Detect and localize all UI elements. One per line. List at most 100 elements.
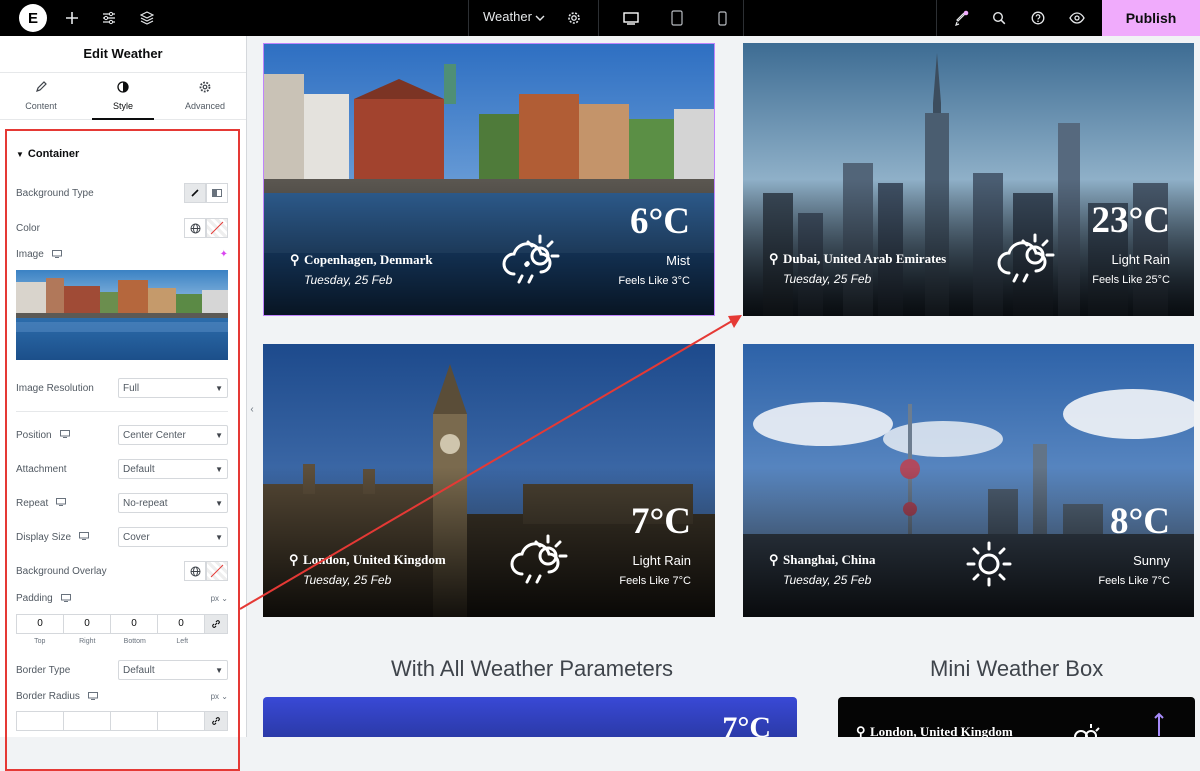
globe-icon[interactable] bbox=[184, 218, 206, 238]
weather-card-all-params[interactable]: 7°C bbox=[263, 697, 797, 737]
position-select[interactable]: Center Center ▼ bbox=[118, 425, 228, 445]
overlay-swatch-empty[interactable] bbox=[206, 561, 228, 581]
border-radius-label: Border Radius bbox=[16, 691, 80, 702]
condition: Light Rain bbox=[1111, 252, 1170, 267]
collapse-panel-icon[interactable]: ‹ bbox=[247, 400, 257, 420]
attachment-row: Attachment Default ▼ bbox=[16, 458, 228, 480]
side-label: Bottom bbox=[123, 638, 146, 645]
responsive-desktop-icon[interactable] bbox=[87, 691, 98, 702]
image-preview[interactable] bbox=[16, 270, 228, 360]
condition: Light Rain bbox=[632, 553, 691, 568]
link-icon[interactable] bbox=[205, 712, 227, 730]
temperature: 7°C bbox=[722, 711, 771, 737]
repeat-label: Repeat bbox=[16, 497, 49, 509]
ai-sparkle-icon[interactable]: ✦ bbox=[220, 249, 228, 260]
condition: Sunny bbox=[1133, 553, 1170, 568]
padding-bottom-input[interactable]: 0 bbox=[111, 615, 158, 633]
repeat-row: Repeat No-repeat ▼ bbox=[16, 492, 228, 514]
side-label: Top bbox=[34, 638, 46, 645]
temperature: 23°C bbox=[1091, 200, 1170, 241]
condition: Mist bbox=[666, 253, 690, 268]
section-caret-icon: ▼ bbox=[16, 149, 24, 159]
tab-label: Style bbox=[112, 101, 133, 111]
padding-top-input[interactable]: 0 bbox=[17, 615, 64, 633]
page-title[interactable]: Weather bbox=[483, 0, 532, 36]
radius-top-input[interactable] bbox=[17, 712, 64, 730]
select-value: Default bbox=[123, 463, 155, 475]
image-resolution-row: Image Resolution Full ▼ bbox=[16, 377, 228, 399]
logo-letter: E bbox=[27, 9, 38, 27]
date: Tuesday, 25 Feb bbox=[303, 573, 392, 587]
editor-panel: Edit Weather Content Style Advanced ▼ Co… bbox=[0, 36, 247, 771]
display-size-label: Display Size bbox=[16, 531, 72, 543]
chevron-down-icon[interactable] bbox=[533, 0, 547, 36]
padding-row: Padding px ⌄ bbox=[16, 593, 228, 604]
gradient-icon[interactable] bbox=[206, 183, 228, 203]
caret-down-icon: ▼ bbox=[215, 464, 223, 474]
publish-button[interactable]: Publish bbox=[1102, 0, 1200, 36]
radius-right-input[interactable] bbox=[64, 712, 111, 730]
color-label: Color bbox=[16, 222, 40, 234]
responsive-desktop-icon[interactable] bbox=[51, 249, 62, 260]
tab-style[interactable]: Style bbox=[82, 73, 164, 120]
notifications-rocket-icon[interactable] bbox=[951, 0, 971, 36]
date: Tuesday, 25 Feb bbox=[783, 272, 872, 286]
attachment-select[interactable]: Default ▼ bbox=[118, 459, 228, 479]
section-title-all-params: With All Weather Parameters bbox=[391, 656, 674, 681]
weather-card-shanghai[interactable]: ⚲ Shanghai, China Tuesday, 25 Feb 8°C Su… bbox=[743, 344, 1194, 617]
weather-card-mini[interactable]: ⚲ London, United Kingdom bbox=[838, 697, 1195, 737]
image-resolution-select[interactable]: Full ▼ bbox=[118, 378, 228, 398]
responsive-desktop-icon[interactable] bbox=[60, 593, 71, 604]
border-radius-unit-select[interactable]: px ⌄ bbox=[211, 692, 228, 701]
sun-icon bbox=[965, 540, 1013, 593]
search-icon[interactable] bbox=[989, 0, 1009, 36]
mobile-view-icon[interactable] bbox=[702, 0, 742, 36]
temperature: 6°C bbox=[629, 201, 690, 242]
layers-icon[interactable] bbox=[137, 0, 157, 36]
site-settings-icon[interactable] bbox=[99, 0, 119, 36]
elementor-logo-icon[interactable]: E bbox=[19, 4, 47, 32]
add-element-icon[interactable] bbox=[62, 0, 82, 36]
border-type-select[interactable]: Default ▼ bbox=[118, 660, 228, 680]
cloud-sun-rain-icon bbox=[995, 231, 1059, 292]
date: Tuesday, 25 Feb bbox=[783, 573, 872, 587]
caret-down-icon: ▼ bbox=[215, 665, 223, 675]
separator bbox=[598, 0, 599, 36]
feels-like: Feels Like 7°C bbox=[619, 575, 691, 587]
unit-label: px bbox=[210, 692, 220, 701]
location-pin-icon: ⚲ bbox=[289, 552, 299, 567]
padding-left-input[interactable]: 0 bbox=[158, 615, 205, 633]
tab-content[interactable]: Content bbox=[0, 73, 82, 119]
globe-icon[interactable] bbox=[184, 561, 206, 581]
border-radius-row: Border Radius px ⌄ bbox=[16, 691, 228, 702]
padding-unit-select[interactable]: px ⌄ bbox=[211, 594, 228, 603]
weather-card-copenhagen[interactable]: ⚲ Copenhagen, Denmark Tuesday, 25 Feb 6°… bbox=[263, 43, 715, 316]
tab-advanced[interactable]: Advanced bbox=[164, 73, 246, 119]
image-label-wrap: Image bbox=[16, 249, 220, 260]
responsive-desktop-icon[interactable] bbox=[59, 430, 70, 440]
desktop-view-icon[interactable] bbox=[611, 0, 651, 36]
responsive-desktop-icon[interactable] bbox=[56, 498, 67, 508]
responsive-desktop-icon[interactable] bbox=[79, 532, 90, 542]
padding-right-input[interactable]: 0 bbox=[64, 615, 111, 633]
date: Tuesday, 25 Feb bbox=[304, 273, 393, 287]
color-swatch-empty[interactable] bbox=[206, 218, 228, 238]
city-name: Dubai, United Arab Emirates bbox=[783, 251, 947, 266]
radius-left-input[interactable] bbox=[158, 712, 205, 730]
weather-card-dubai[interactable]: ⚲ Dubai, United Arab Emirates Tuesday, 2… bbox=[743, 43, 1194, 316]
caret-down-icon: ▼ bbox=[215, 498, 223, 508]
display-size-select[interactable]: Cover ▼ bbox=[118, 527, 228, 547]
page-settings-gear-icon[interactable] bbox=[564, 0, 584, 36]
radius-bottom-input[interactable] bbox=[111, 712, 158, 730]
brush-icon[interactable] bbox=[184, 183, 206, 203]
repeat-select[interactable]: No-repeat ▼ bbox=[118, 493, 228, 513]
link-icon[interactable] bbox=[205, 615, 227, 633]
tablet-view-icon[interactable] bbox=[657, 0, 697, 36]
weather-card-london[interactable]: ⚲ London, United Kingdom Tuesday, 25 Feb… bbox=[263, 344, 715, 617]
preview-eye-icon[interactable] bbox=[1067, 0, 1087, 36]
caret-down-icon: ▼ bbox=[215, 532, 223, 542]
help-icon[interactable] bbox=[1028, 0, 1048, 36]
side-label: Left bbox=[176, 638, 189, 645]
section-container-toggle[interactable]: ▼ Container bbox=[16, 148, 228, 160]
background-type-group bbox=[184, 183, 228, 203]
